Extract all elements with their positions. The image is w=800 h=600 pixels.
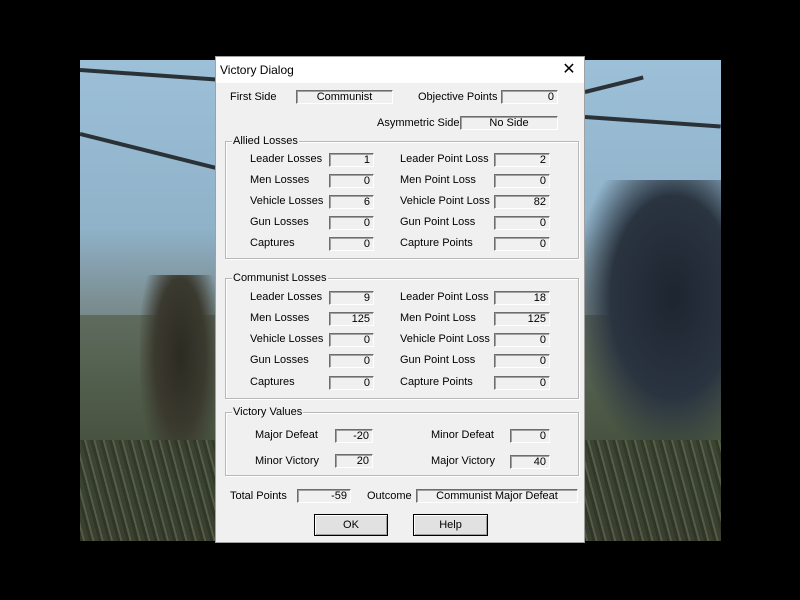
communist-gun-point-loss-field: 0 [494,354,550,368]
minor-defeat-field: 0 [510,429,550,443]
communist-vehicle-point-loss-label: Vehicle Point Loss [400,333,490,345]
communist-gun-losses-label: Gun Losses [250,354,309,366]
communist-captures-label: Captures [250,376,295,388]
allied-captures-field: 0 [329,237,374,251]
communist-vehicle-losses-field: 0 [329,333,374,347]
rotor-blade-left [80,68,220,82]
communist-losses-title: Communist Losses [232,272,328,284]
allied-vehicle-point-loss-label: Vehicle Point Loss [400,195,490,207]
rotor-blade-left-lower [80,132,227,173]
first-side-field: Communist [296,90,393,104]
allied-vehicle-losses-label: Vehicle Losses [250,195,324,207]
communist-men-losses-label: Men Losses [250,312,310,324]
communist-vehicle-point-loss-field: 0 [494,333,550,347]
asymmetric-side-label: Asymmetric Side [377,117,460,129]
allied-vehicle-losses-field: 6 [329,195,374,209]
communist-capture-points-field: 0 [494,376,550,390]
communist-men-losses-field: 125 [329,312,374,326]
close-icon[interactable]: ✕ [556,59,582,81]
communist-leader-point-loss-label: Leader Point Loss [400,291,489,303]
total-points-field: -59 [297,489,351,503]
outcome-label: Outcome [367,490,412,502]
allied-capture-points-field: 0 [494,237,550,251]
outcome-field: Communist Major Defeat [416,489,578,503]
rotor-blade-right [584,115,721,129]
communist-gun-losses-field: 0 [329,354,374,368]
allied-men-point-loss-label: Men Point Loss [400,174,476,186]
first-side-label: First Side [230,91,277,103]
minor-victory-field: 20 [335,454,373,468]
allied-leader-losses-label: Leader Losses [250,153,323,165]
communist-leader-losses-label: Leader Losses [250,291,323,303]
major-defeat-field: -20 [335,429,373,443]
helicopter-silhouette [585,180,721,440]
allied-losses-title: Allied Losses [232,135,299,147]
major-victory-label: Major Victory [431,455,495,467]
allied-gun-point-loss-label: Gun Point Loss [400,216,476,228]
major-defeat-label: Major Defeat [255,429,318,441]
communist-vehicle-losses-label: Vehicle Losses [250,333,324,345]
total-points-label: Total Points [230,490,287,502]
communist-men-point-loss-field: 125 [494,312,550,326]
allied-gun-losses-label: Gun Losses [250,216,309,228]
objective-points-field: 0 [501,90,558,104]
title-bar[interactable]: Victory Dialog ✕ [216,57,584,83]
major-victory-field: 40 [510,455,550,469]
allied-leader-point-loss-field: 2 [494,153,550,167]
allied-gun-losses-field: 0 [329,216,374,230]
objective-points-label: Objective Points [418,91,498,103]
allied-leader-losses-field: 1 [329,153,374,167]
allied-gun-point-loss-field: 0 [494,216,550,230]
communist-men-point-loss-label: Men Point Loss [400,312,476,324]
ok-button[interactable]: OK [314,514,388,536]
allied-men-point-loss-field: 0 [494,174,550,188]
allied-captures-label: Captures [250,237,295,249]
allied-men-losses-field: 0 [329,174,374,188]
communist-leader-point-loss-field: 18 [494,291,550,305]
communist-leader-losses-field: 9 [329,291,374,305]
victory-dialog: Victory Dialog ✕ First Side Communist Ob… [215,56,585,543]
dialog-title: Victory Dialog [220,63,294,77]
minor-defeat-label: Minor Defeat [431,429,494,441]
allied-capture-points-label: Capture Points [400,237,473,249]
communist-capture-points-label: Capture Points [400,376,473,388]
asymmetric-side-field: No Side [460,116,558,130]
rotor-blade-right-upper [584,75,644,94]
communist-gun-point-loss-label: Gun Point Loss [400,354,476,366]
allied-men-losses-label: Men Losses [250,174,310,186]
allied-leader-point-loss-label: Leader Point Loss [400,153,489,165]
communist-captures-field: 0 [329,376,374,390]
victory-values-title: Victory Values [232,406,304,418]
allied-vehicle-point-loss-field: 82 [494,195,550,209]
help-button[interactable]: Help [413,514,488,536]
minor-victory-label: Minor Victory [255,455,319,467]
